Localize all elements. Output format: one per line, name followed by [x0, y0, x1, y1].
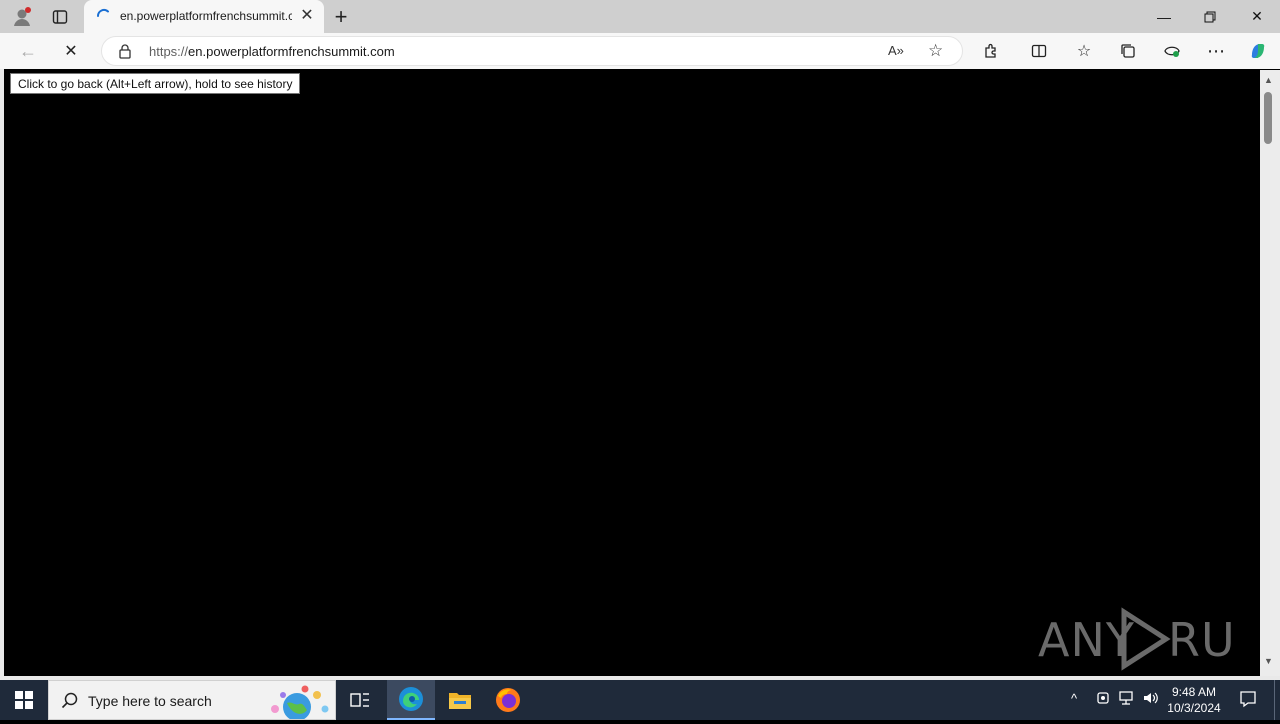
show-desktop-button[interactable] [1274, 680, 1280, 720]
clock-time: 9:48 AM [1171, 685, 1217, 699]
active-tab[interactable]: en.powerplatformfrenchsummit.com ✕ [84, 0, 324, 33]
search-icon [61, 692, 79, 715]
clock-date: 10/3/2024 [1167, 701, 1221, 715]
url-text[interactable]: https://en.powerplatformfrenchsummit.com [149, 44, 395, 59]
search-highlight-globe-icon [261, 683, 333, 724]
anyrun-watermark-logo: ANY RUN [1038, 606, 1232, 672]
navigation-toolbar: ← ✕ https://en.powerplatformfrenchsummit… [0, 33, 1280, 69]
split-screen-icon[interactable] [1026, 39, 1052, 63]
close-window-button[interactable]: ✕ [1234, 0, 1280, 33]
favorite-star-icon[interactable]: ☆ [928, 41, 943, 61]
svg-text:ANY: ANY [1038, 613, 1135, 667]
copilot-icon[interactable] [1245, 39, 1271, 63]
network-icon[interactable] [1119, 691, 1135, 708]
volume-icon[interactable] [1143, 691, 1159, 708]
collections-icon[interactable] [1115, 39, 1141, 63]
minimize-button[interactable]: — [1141, 0, 1187, 33]
firefox-icon[interactable] [484, 680, 532, 720]
settings-more-icon[interactable]: ⋯ [1203, 39, 1229, 63]
scroll-down-arrow-icon[interactable]: ▼ [1264, 656, 1273, 666]
web-page-content[interactable] [4, 70, 1260, 676]
show-hidden-icons-chevron-icon[interactable]: ^ [1071, 691, 1077, 706]
svg-text:RUN: RUN [1168, 613, 1232, 667]
back-button-tooltip: Click to go back (Alt+Left arrow), hold … [10, 73, 301, 94]
tray-device-icon[interactable] [1096, 691, 1110, 708]
favorites-icon[interactable]: ☆ [1071, 39, 1097, 63]
tab-close-icon[interactable]: ✕ [298, 7, 316, 25]
new-tab-button[interactable]: + [327, 0, 355, 33]
edge-taskbar-icon[interactable] [387, 680, 435, 720]
tab-strip: en.powerplatformfrenchsummit.com ✕ + — ✕ [0, 0, 1280, 33]
notifications-icon[interactable] [1239, 690, 1257, 711]
file-explorer-icon[interactable] [436, 680, 484, 720]
vertical-scrollbar[interactable]: ▲ ▼ [1260, 70, 1280, 676]
task-view-icon[interactable] [336, 680, 384, 720]
read-aloud-icon[interactable]: A» [888, 43, 904, 58]
url-scheme: https:// [149, 44, 189, 59]
scrollbar-thumb[interactable] [1264, 92, 1272, 144]
browser-essentials-icon[interactable] [1159, 39, 1185, 63]
tab-actions-icon[interactable] [46, 0, 74, 33]
search-placeholder: Type here to search [88, 693, 212, 709]
restore-button[interactable] [1187, 0, 1233, 33]
taskbar-search-box[interactable]: Type here to search [48, 680, 336, 721]
windows-taskbar: Type here to search ^ 9:48 AM 10/3/2024 [0, 680, 1280, 721]
url-host: en.powerplatformfrenchsummit.com [188, 44, 395, 59]
extensions-icon[interactable] [978, 39, 1004, 63]
start-button[interactable] [0, 680, 48, 720]
loading-spinner-icon [96, 8, 112, 29]
stop-loading-button[interactable]: ✕ [58, 39, 84, 63]
profile-icon[interactable] [8, 0, 36, 33]
system-clock[interactable]: 9:48 AM 10/3/2024 [1166, 684, 1222, 716]
address-bar[interactable]: https://en.powerplatformfrenchsummit.com… [101, 36, 963, 66]
tab-title: en.powerplatformfrenchsummit.com [120, 9, 292, 23]
lock-icon [118, 43, 132, 64]
back-button[interactable]: ← [15, 39, 41, 63]
scroll-up-arrow-icon[interactable]: ▲ [1264, 75, 1273, 85]
